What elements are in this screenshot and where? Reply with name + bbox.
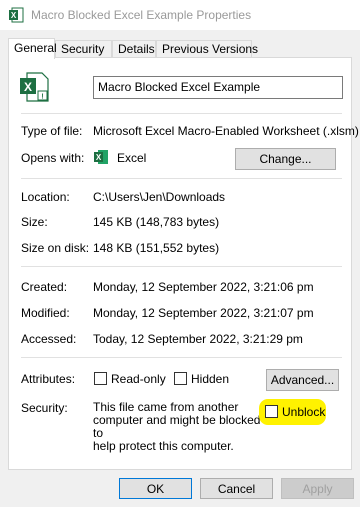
tab-general[interactable]: General — [8, 38, 57, 59]
location-value: C:\Users\Jen\Downloads — [93, 190, 226, 204]
title-bar: X Macro Blocked Excel Example Properties — [0, 0, 360, 30]
created-label: Created: — [21, 280, 68, 294]
created-value: Monday, 12 September 2022, 3:21:06 pm — [93, 280, 314, 294]
separator — [21, 178, 342, 179]
security-message: This file came from another computer and… — [93, 401, 263, 453]
accessed-label: Accessed: — [21, 332, 77, 346]
unblock-label[interactable]: Unblock — [282, 405, 325, 419]
change-button[interactable]: Change... — [235, 148, 336, 170]
security-message-line: help protect this computer. — [93, 439, 234, 453]
size-value: 145 KB (148,783 bytes) — [93, 215, 220, 229]
read-only-checkbox[interactable] — [94, 372, 107, 385]
modified-value: Monday, 12 September 2022, 3:21:07 pm — [93, 306, 314, 320]
type-value: Microsoft Excel Macro-Enabled Worksheet … — [93, 124, 359, 138]
cancel-button[interactable]: Cancel — [200, 478, 273, 499]
separator — [21, 113, 342, 114]
type-label: Type of file: — [21, 124, 83, 138]
separator — [21, 266, 342, 267]
hidden-checkbox[interactable] — [174, 372, 187, 385]
separator — [21, 357, 342, 358]
svg-text:X: X — [11, 11, 17, 20]
modified-label: Modified: — [21, 306, 70, 320]
tab-details[interactable]: Details — [112, 40, 156, 58]
file-name-field[interactable]: Macro Blocked Excel Example — [93, 76, 343, 99]
excel-app-icon: X — [94, 150, 108, 164]
excel-macro-file-icon: X ! — [20, 72, 49, 102]
svg-text:X: X — [96, 153, 102, 162]
svg-text:X: X — [24, 80, 32, 94]
window-title: Macro Blocked Excel Example Properties — [31, 8, 252, 22]
opens-with-value: Excel — [117, 151, 147, 165]
attributes-label: Attributes: — [21, 372, 76, 386]
svg-text:!: ! — [41, 94, 43, 101]
hidden-label[interactable]: Hidden — [191, 372, 229, 386]
excel-app-icon: X — [9, 7, 24, 23]
size-label: Size: — [21, 215, 48, 229]
tab-security[interactable]: Security — [55, 40, 112, 58]
ok-button[interactable]: OK — [119, 478, 192, 499]
unblock-checkbox[interactable] — [265, 405, 278, 418]
advanced-button[interactable]: Advanced... — [266, 369, 339, 391]
security-message-line: computer and might be blocked to — [93, 413, 261, 440]
size-on-disk-label: Size on disk: — [21, 241, 90, 255]
security-label: Security: — [21, 401, 68, 415]
read-only-label[interactable]: Read-only — [111, 372, 166, 386]
location-label: Location: — [21, 190, 70, 204]
opens-with-label: Opens with: — [21, 151, 85, 165]
size-on-disk-value: 148 KB (151,552 bytes) — [93, 241, 220, 255]
accessed-value: Today, 12 September 2022, 3:21:29 pm — [93, 332, 303, 346]
apply-button[interactable]: Apply — [281, 478, 354, 499]
tab-previous-versions[interactable]: Previous Versions — [156, 40, 258, 58]
